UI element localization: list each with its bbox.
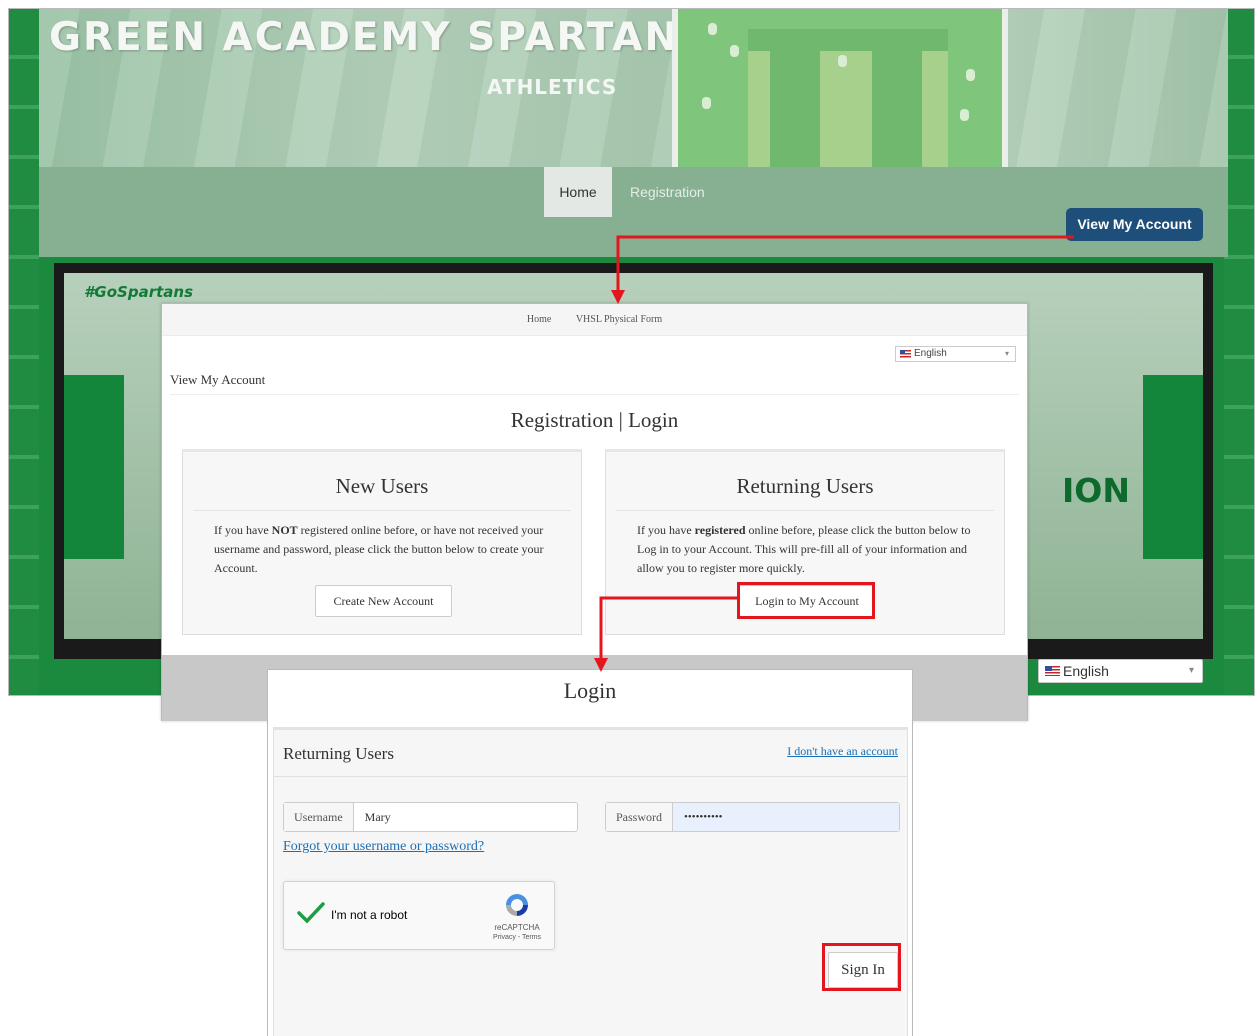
returning-users-card: Returning Users If you have registered o… bbox=[605, 449, 1005, 635]
chevron-down-icon: ▾ bbox=[1004, 349, 1009, 358]
reg-nav-physical-form[interactable]: VHSL Physical Form bbox=[576, 314, 662, 325]
view-my-account-button[interactable]: View My Account bbox=[1066, 208, 1203, 241]
password-label: Password bbox=[606, 803, 674, 831]
username-input[interactable]: Mary bbox=[354, 803, 577, 831]
divider bbox=[616, 510, 994, 511]
password-field[interactable]: Password •••••••••• bbox=[605, 802, 900, 832]
username-label: Username bbox=[284, 803, 354, 831]
registration-language-value: English bbox=[914, 348, 947, 359]
reg-nav-home[interactable]: Home bbox=[527, 314, 551, 325]
new-users-card: New Users If you have NOT registered onl… bbox=[182, 449, 582, 635]
returning-users-title: Returning Users bbox=[736, 474, 874, 498]
sign-in-button[interactable]: Sign In bbox=[828, 952, 898, 988]
hero-text-fragment: ION bbox=[1062, 471, 1130, 510]
divider bbox=[170, 394, 1019, 395]
divider bbox=[274, 776, 907, 777]
us-flag-icon bbox=[900, 350, 911, 358]
recaptcha-widget[interactable]: I'm not a robot reCAPTCHA Privacy - Term… bbox=[283, 881, 555, 950]
divider bbox=[193, 510, 571, 511]
recaptcha-logo-icon bbox=[506, 894, 528, 916]
chevron-down-icon: ▾ bbox=[1188, 665, 1194, 676]
registration-language-select[interactable]: English ▾ bbox=[895, 346, 1016, 362]
recaptcha-label: I'm not a robot bbox=[331, 908, 408, 922]
new-users-description: If you have NOT registered online before… bbox=[214, 523, 544, 575]
site-navbar: Home Registration bbox=[39, 167, 1228, 257]
returning-users-description: If you have registered online before, pl… bbox=[637, 523, 971, 575]
checkmark-icon[interactable] bbox=[296, 898, 326, 928]
login-page-window: Login Returning Users I don't have an ac… bbox=[267, 669, 913, 1036]
banner-subtitle: ATHLETICS bbox=[487, 75, 618, 99]
breadcrumb: View My Account bbox=[170, 372, 266, 387]
recaptcha-brand: reCAPTCHA bbox=[494, 923, 540, 932]
spartan-helmet-logo bbox=[672, 9, 1008, 167]
registration-top-nav: Home VHSL Physical Form bbox=[162, 304, 1027, 336]
site-banner: GREEN ACADEMY SPARTANS ATHLETICS bbox=[39, 9, 1228, 167]
hero-hashtag: #GoSpartans bbox=[84, 283, 194, 301]
returning-users-panel: Returning Users I don't have an account … bbox=[273, 727, 908, 1036]
forgot-credentials-link[interactable]: Forgot your username or password? bbox=[283, 839, 484, 855]
right-stripe-decoration bbox=[1224, 9, 1254, 695]
nav-registration-tab[interactable]: Registration bbox=[630, 167, 705, 217]
no-account-link[interactable]: I don't have an account bbox=[787, 744, 898, 759]
login-title: Login bbox=[563, 678, 617, 703]
create-new-account-button[interactable]: Create New Account bbox=[315, 585, 452, 617]
login-to-my-account-button[interactable]: Login to My Account bbox=[739, 585, 875, 617]
username-field[interactable]: Username Mary bbox=[283, 802, 578, 832]
recaptcha-terms-link[interactable]: Privacy - Terms bbox=[482, 934, 552, 941]
site-language-select[interactable]: English ▾ bbox=[1038, 659, 1203, 683]
banner-title: GREEN ACADEMY SPARTANS bbox=[49, 15, 710, 60]
left-stripe-decoration bbox=[9, 9, 39, 695]
registration-page-window: Home VHSL Physical Form English ▾ View M… bbox=[161, 303, 1028, 721]
password-input[interactable]: •••••••••• bbox=[673, 803, 899, 831]
us-flag-icon bbox=[1045, 666, 1060, 676]
new-users-title: New Users bbox=[335, 474, 429, 498]
panel-heading: Returning Users bbox=[283, 744, 394, 763]
page-title: Registration | Login bbox=[510, 408, 679, 432]
nav-home-tab[interactable]: Home bbox=[544, 167, 612, 217]
site-language-value: English bbox=[1063, 663, 1109, 679]
